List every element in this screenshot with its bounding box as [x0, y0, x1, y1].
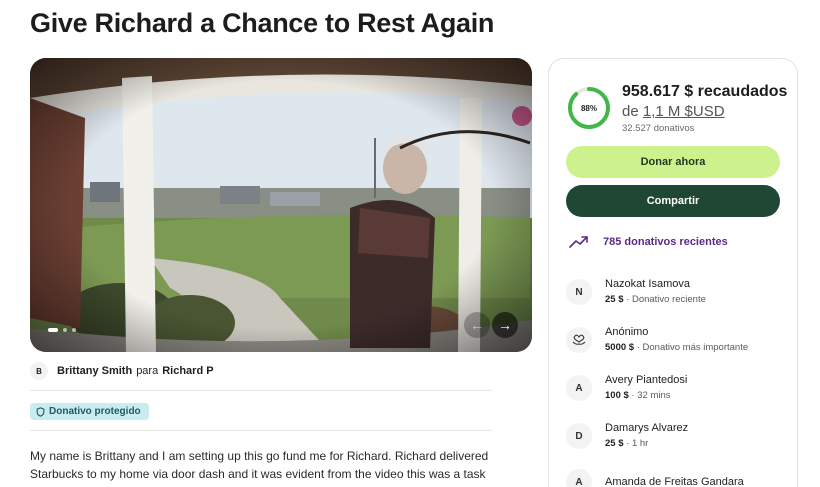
donor-avatar: A: [566, 469, 592, 487]
next-arrow-icon[interactable]: →: [492, 312, 518, 338]
organizer-avatar[interactable]: B: [30, 362, 48, 380]
divider: [30, 430, 492, 431]
donor-item: Anónimo 5000 $ · Donativo más importante: [566, 325, 748, 355]
goal-prefix: de: [622, 103, 639, 120]
amount-raised: 958.617 $ recaudados: [622, 83, 788, 100]
protected-donation-badge[interactable]: Donativo protegido: [30, 403, 149, 420]
progress-percent: 88%: [580, 103, 597, 113]
beneficiary-name[interactable]: Richard P: [162, 365, 213, 377]
goal-amount[interactable]: 1,1 M $USD: [643, 103, 725, 120]
divider: [30, 390, 492, 391]
donor-item: A Avery Piantedosi 100 $ · 32 mins: [566, 373, 687, 403]
campaign-title: Give Richard a Chance to Rest Again: [30, 8, 495, 38]
heart-hands-icon-graphic: [572, 334, 586, 345]
donor-name: Anónimo: [605, 326, 649, 338]
campaign-story: My name is Brittany and I am setting up …: [30, 449, 489, 487]
carousel-dots[interactable]: [48, 328, 76, 332]
previous-arrow-icon[interactable]: ←: [464, 312, 490, 338]
donor-note: Donativo reciente: [631, 294, 706, 305]
donor-name: Avery Piantedosi: [605, 374, 688, 386]
donor-meta: 5000 $ · Donativo más importante: [605, 342, 749, 353]
trending-up-icon: [569, 236, 588, 248]
donor-amount: 25 $: [605, 294, 624, 305]
donor-meta: 100 $ · 32 mins: [605, 390, 671, 401]
donor-name: Damarys Alvarez: [605, 422, 689, 434]
campaign-photo[interactable]: ← →: [30, 58, 532, 352]
recent-donations-label: 785 donativos recientes: [603, 236, 728, 248]
donor-amount: 5000 $: [605, 342, 635, 353]
donor-meta: 25 $ · Donativo reciente: [605, 294, 706, 305]
organizer-connector: para: [136, 365, 159, 377]
donor-item: N Nazokat Isamova 25 $ · Donativo recien…: [566, 277, 706, 307]
donor-amount: 100 $: [605, 390, 629, 401]
doorbell-camera-image: [30, 58, 532, 352]
donor-name: Nazokat Isamova: [605, 278, 690, 290]
donor-name: Amanda de Freitas Gandara: [605, 475, 744, 487]
donor-avatar: N: [566, 279, 592, 305]
donation-count: 32.527 donativos: [622, 123, 695, 134]
organizer-name[interactable]: Brittany Smith: [57, 365, 132, 377]
badge-label: Donativo protegido: [49, 406, 141, 417]
donor-note: 1 hr: [631, 438, 649, 449]
share-button[interactable]: Compartir: [566, 185, 780, 217]
recent-donations-link[interactable]: 785 donativos recientes: [569, 235, 728, 249]
donor-avatar: A: [566, 375, 592, 401]
donor-avatar: D: [566, 423, 592, 449]
goal-line: de 1,1 M $USD: [622, 103, 725, 120]
carousel-dot[interactable]: [72, 328, 76, 332]
donor-item: D Damarys Alvarez 25 $ · 1 hr: [566, 421, 688, 451]
donor-amount: 25 $: [605, 438, 624, 449]
carousel-dot-active[interactable]: [48, 328, 58, 332]
donor-note: 32 mins: [637, 390, 671, 401]
shield-icon: [36, 406, 45, 417]
donation-panel: 88% 958.617 $ recaudados de 1,1 M $USD 3…: [548, 58, 798, 487]
donor-note: Donativo más importante: [642, 342, 749, 353]
donate-now-button[interactable]: Donar ahora: [566, 146, 780, 178]
donor-meta: 25 $ · 1 hr: [605, 438, 649, 449]
heart-hands-icon: [566, 327, 592, 353]
carousel-dot[interactable]: [63, 328, 67, 332]
donor-item: A Amanda de Freitas Gandara: [566, 469, 744, 487]
organizer-line: B Brittany Smith para Richard P: [30, 362, 214, 380]
